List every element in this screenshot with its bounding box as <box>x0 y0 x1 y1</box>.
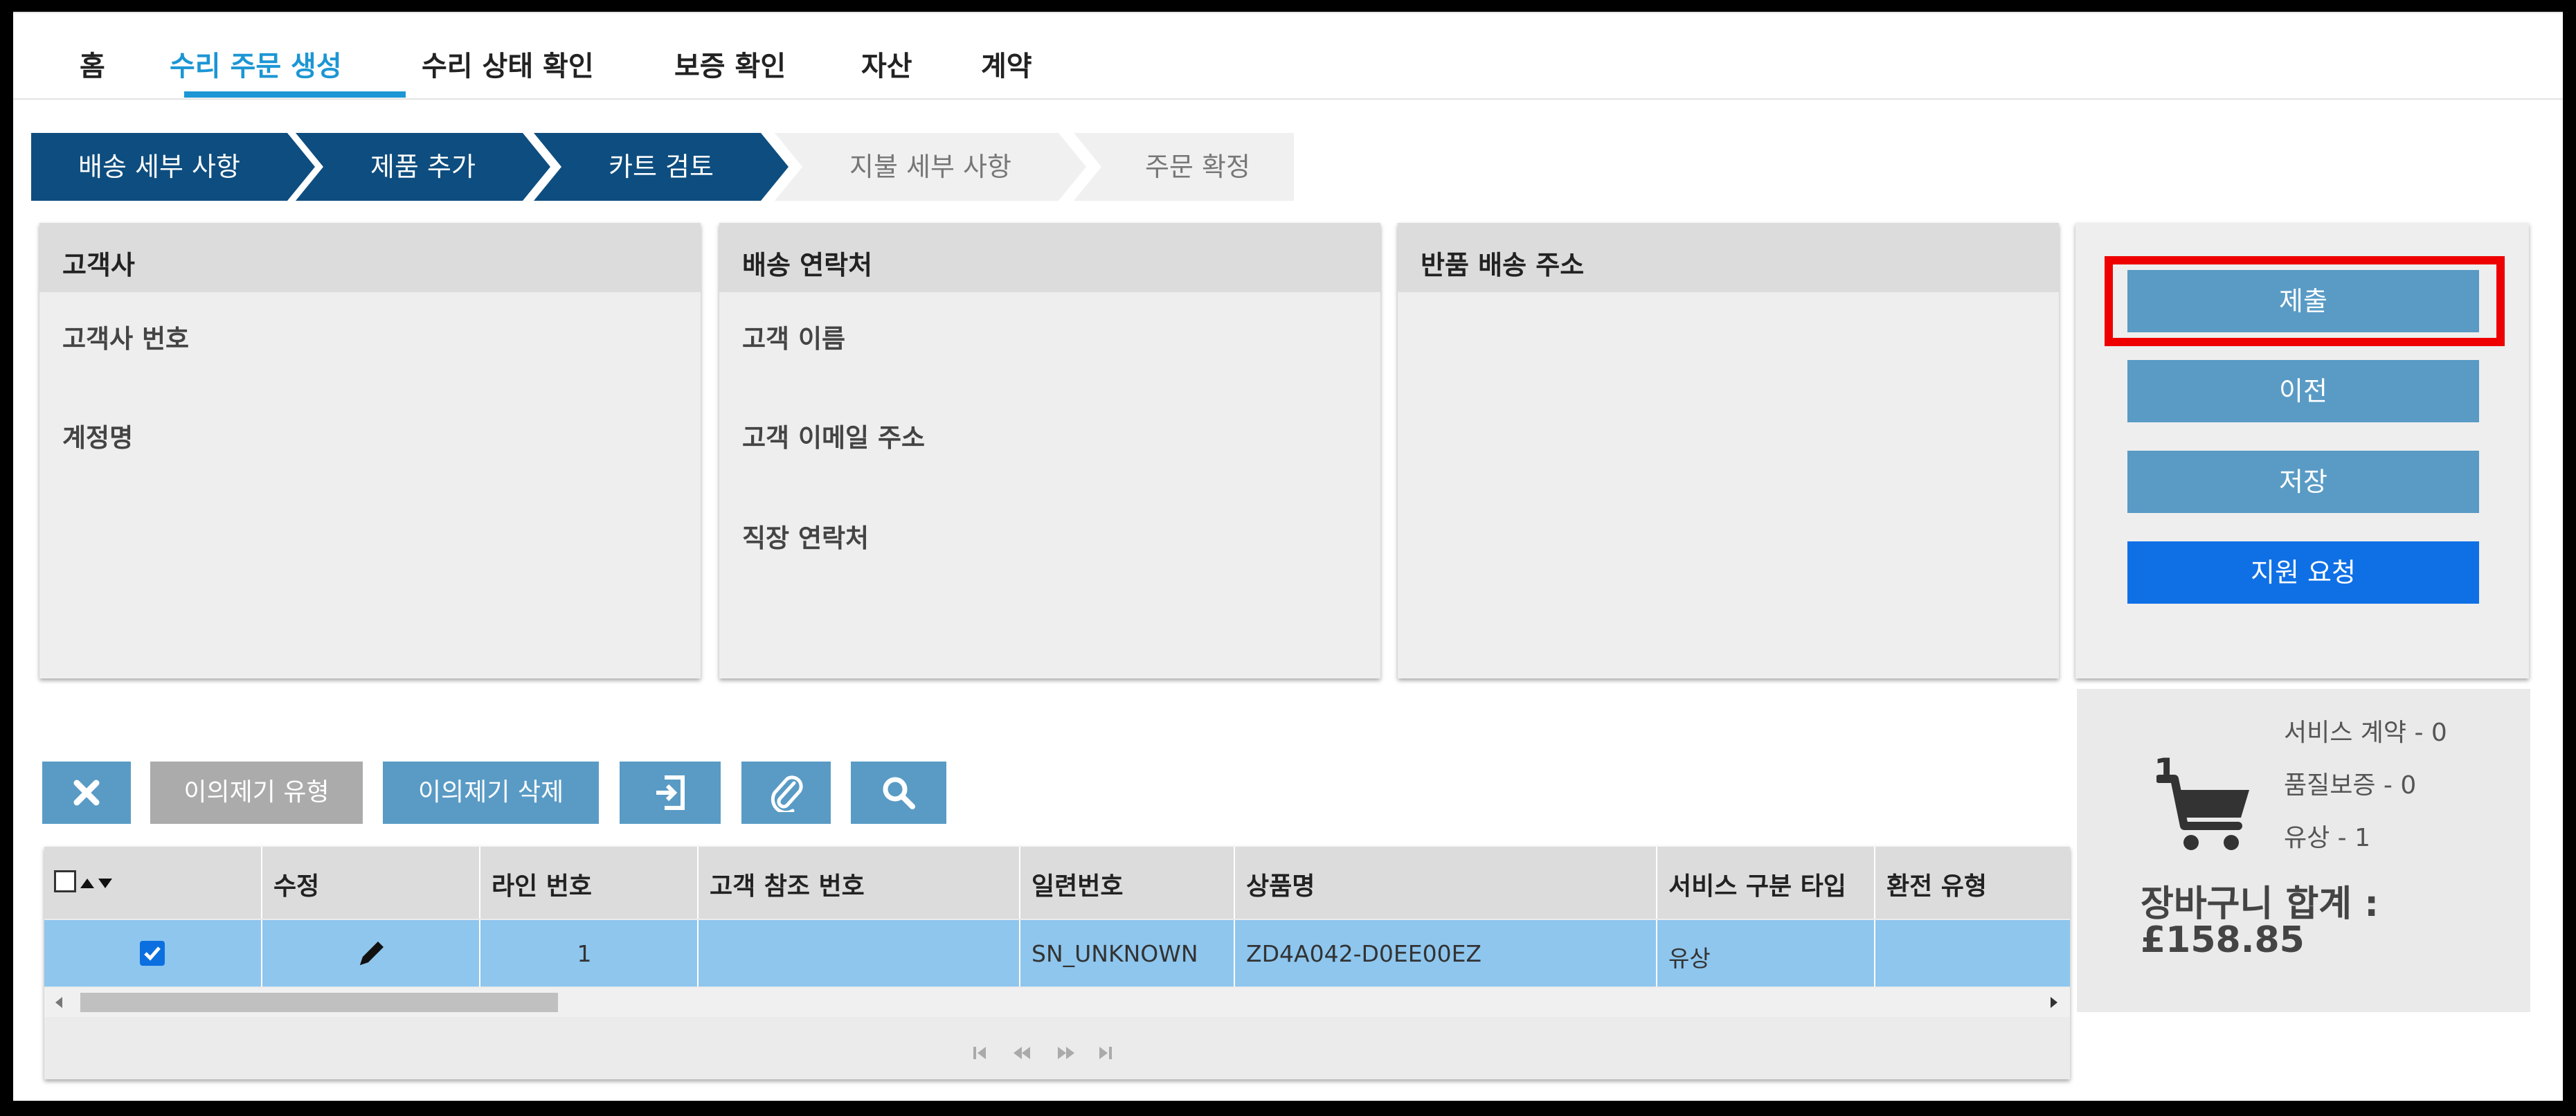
row-select-cell <box>44 920 262 987</box>
grid-header-edit[interactable]: 수정 <box>262 847 480 919</box>
row-checkbox[interactable] <box>140 941 165 966</box>
header-label: 상품명 <box>1246 872 1315 901</box>
row-product-cell: ZD4A042-D0EE00EZ <box>1235 920 1657 987</box>
panel-title: 배송 연락처 <box>742 250 873 280</box>
submit-highlight-box <box>2105 256 2505 346</box>
customer-name-label: 고객 이름 <box>742 324 846 354</box>
step-label: 지불 세부 사항 <box>849 152 1011 182</box>
account-name-label: 계정명 <box>62 423 134 453</box>
cart-icon <box>2156 775 2249 850</box>
search-icon <box>883 777 915 809</box>
prev-page-icon[interactable] <box>1014 1047 1030 1059</box>
work-contact-label: 직장 연락처 <box>742 523 870 553</box>
next-page-icon[interactable] <box>1058 1047 1074 1059</box>
product-name: ZD4A042-D0EE00EZ <box>1246 940 1482 967</box>
nav-active-underline <box>184 91 406 98</box>
nav-contracts[interactable]: 계약 <box>981 44 1032 84</box>
complaint-type-button[interactable]: 이의제기 유형 <box>150 762 363 824</box>
scroll-thumb[interactable] <box>80 993 558 1012</box>
scroll-left-icon[interactable] <box>54 996 64 1009</box>
row-exchange-type-cell <box>1875 920 2070 987</box>
customer-panel: 고객사 고객사 번호 계정명 <box>39 223 701 678</box>
order-line-grid: 수정 라인 번호 고객 참조 번호 일련번호 상품명 서비스 구분 타입 환전 … <box>44 847 2070 1079</box>
serial-number: SN_UNKNOWN <box>1032 940 1198 967</box>
line-number: 1 <box>577 940 592 967</box>
cart-total-label: 장바구니 합계 : <box>2141 883 2379 925</box>
step-label: 카트 검토 <box>609 152 714 182</box>
row-serial-cell: SN_UNKNOWN <box>1020 920 1235 987</box>
nav-home[interactable]: 홈 <box>80 44 105 84</box>
nav-assets[interactable]: 자산 <box>861 44 912 84</box>
row-edit-cell <box>262 920 480 987</box>
step-label: 배송 세부 사항 <box>78 152 240 182</box>
app-frame: 홈 수리 주문 생성 수리 상태 확인 보증 확인 자산 계약 배송 세부 사항… <box>13 12 2563 1101</box>
nav-warranty-check[interactable]: 보증 확인 <box>674 44 786 84</box>
step-order-confirm: 주문 확정 <box>1074 133 1294 201</box>
remove-button[interactable] <box>42 762 131 824</box>
top-nav: 홈 수리 주문 생성 수리 상태 확인 보증 확인 자산 계약 <box>13 12 2563 100</box>
support-request-button[interactable]: 지원 요청 <box>2127 541 2479 604</box>
previous-button[interactable]: 이전 <box>2127 360 2479 422</box>
row-service-type-cell: 유상 <box>1657 920 1875 987</box>
row-line-number-cell: 1 <box>480 920 699 987</box>
header-label: 라인 번호 <box>492 872 593 901</box>
header-label: 환전 유형 <box>1886 872 1988 901</box>
select-all-checkbox[interactable] <box>54 870 76 892</box>
grid-header-service-type[interactable]: 서비스 구분 타입 <box>1657 847 1875 919</box>
panel-header: 배송 연락처 <box>719 223 1380 292</box>
header-label: 고객 참조 번호 <box>710 872 865 901</box>
grid-header-exchange-type[interactable]: 환전 유형 <box>1875 847 2070 919</box>
panel-title: 고객사 <box>62 250 135 280</box>
cart-paid: 유상 - 1 <box>2284 824 2371 852</box>
panel-header: 고객사 <box>39 223 701 292</box>
nav-repair-status[interactable]: 수리 상태 확인 <box>422 44 594 84</box>
last-page-icon[interactable] <box>1099 1047 1112 1059</box>
step-payment-details: 지불 세부 사항 <box>775 133 1086 201</box>
grid-header-serial[interactable]: 일련번호 <box>1020 847 1235 919</box>
shipping-contact-panel: 배송 연락처 고객 이름 고객 이메일 주소 직장 연락처 <box>719 223 1380 678</box>
service-type: 유상 <box>1668 945 1711 972</box>
save-button[interactable]: 저장 <box>2127 451 2479 513</box>
scroll-right-icon[interactable] <box>2049 996 2059 1009</box>
export-button[interactable] <box>620 762 721 824</box>
header-label: 수정 <box>273 872 320 901</box>
action-panel: 제출 이전 저장 지원 요청 <box>2075 223 2529 678</box>
attachment-button[interactable] <box>741 762 831 824</box>
step-add-product[interactable]: 제품 추가 <box>296 133 550 201</box>
nav-create-repair-order[interactable]: 수리 주문 생성 <box>170 44 342 84</box>
search-button[interactable] <box>851 762 946 824</box>
grid-header-customer-ref[interactable]: 고객 참조 번호 <box>699 847 1020 919</box>
pager <box>973 1047 1112 1059</box>
cart-warranty: 품질보증 - 0 <box>2284 771 2417 800</box>
grid-header-product[interactable]: 상품명 <box>1235 847 1657 919</box>
row-customer-ref-cell <box>699 920 1020 987</box>
check-icon <box>144 946 161 961</box>
pencil-icon[interactable] <box>354 936 389 971</box>
cart-service-contract: 서비스 계약 - 0 <box>2284 719 2447 747</box>
step-label: 제품 추가 <box>370 152 476 182</box>
customer-number-label: 고객사 번호 <box>62 324 190 354</box>
sort-icon[interactable] <box>79 873 114 892</box>
complaint-delete-button[interactable]: 이의제기 삭제 <box>383 762 599 824</box>
header-label: 서비스 구분 타입 <box>1668 872 1846 901</box>
attachment-icon <box>771 775 803 812</box>
close-icon <box>73 780 100 806</box>
first-page-icon[interactable] <box>973 1047 986 1059</box>
grid-header-select <box>44 847 262 919</box>
export-icon <box>656 775 685 810</box>
horizontal-scrollbar[interactable] <box>44 988 2070 1017</box>
panel-title: 반품 배송 주소 <box>1421 250 1585 280</box>
grid-header-line-number[interactable]: 라인 번호 <box>480 847 699 919</box>
cart-total-value: £158.85 <box>2141 919 2305 961</box>
customer-email-label: 고객 이메일 주소 <box>742 423 926 453</box>
panel-header: 반품 배송 주소 <box>1398 223 2059 292</box>
step-cart-review[interactable]: 카트 검토 <box>534 133 789 201</box>
header-label: 일련번호 <box>1032 872 1124 901</box>
cart-summary: 1 서비스 계약 - 0 품질보증 - 0 유상 - 1 장바구니 합계 : £… <box>2077 689 2530 1012</box>
step-label: 주문 확정 <box>1145 152 1250 182</box>
return-address-panel: 반품 배송 주소 <box>1398 223 2059 678</box>
step-shipping-details[interactable]: 배송 세부 사항 <box>31 133 315 201</box>
